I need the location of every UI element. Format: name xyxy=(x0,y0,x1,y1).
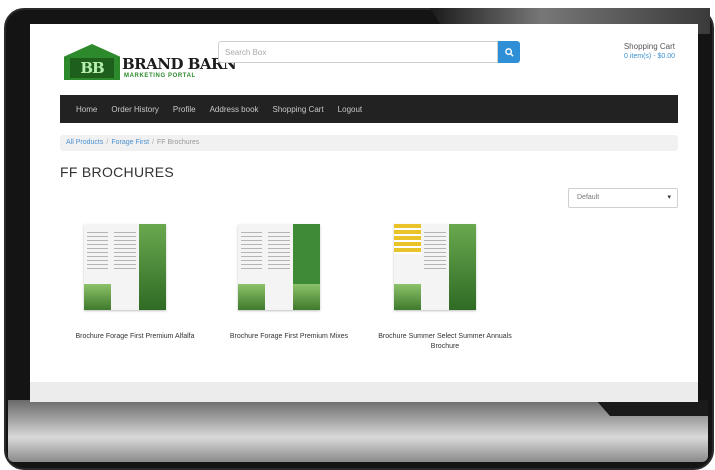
brochure-panel xyxy=(138,224,166,310)
monitor-base xyxy=(8,400,708,462)
nav-order-history[interactable]: Order History xyxy=(111,105,159,114)
nav-address-book[interactable]: Address book xyxy=(210,105,259,114)
brand-logo[interactable]: BB BRAND BARN MARKETING PORTAL xyxy=(64,42,237,82)
product-thumbnail[interactable] xyxy=(394,224,476,310)
brochure-panel xyxy=(265,224,293,310)
brochure-panel xyxy=(448,224,476,310)
sort-selected-value: Default xyxy=(577,194,600,201)
page-title: FF BROCHURES xyxy=(60,164,175,180)
chevron-down-icon: ▾ xyxy=(667,194,671,201)
cart-count[interactable]: 0 item(s) - $0.00 xyxy=(605,53,675,60)
nav-shopping-cart[interactable]: Shopping Cart xyxy=(273,105,324,114)
brochure-panel xyxy=(111,224,139,310)
breadcrumb-all-products[interactable]: All Products xyxy=(66,139,103,146)
breadcrumb-separator: / xyxy=(152,139,154,146)
nav-home[interactable]: Home xyxy=(76,105,97,114)
nav-profile[interactable]: Profile xyxy=(173,105,196,114)
page-footer xyxy=(30,382,698,402)
brochure-panel xyxy=(292,224,320,310)
search-bar xyxy=(218,41,520,63)
breadcrumb: All Products / Forage First / FF Brochures xyxy=(60,135,678,151)
product-name[interactable]: Brochure Forage First Premium Mixes xyxy=(214,332,364,342)
breadcrumb-current: FF Brochures xyxy=(157,139,200,146)
brand-tagline: MARKETING PORTAL xyxy=(124,73,196,79)
search-icon xyxy=(504,47,514,57)
breadcrumb-forage-first[interactable]: Forage First xyxy=(111,139,149,146)
main-navbar: Home Order History Profile Address book … xyxy=(60,95,678,123)
product-name[interactable]: Brochure Forage First Premium Alfalfa xyxy=(60,332,210,342)
browser-screen: BB BRAND BARN MARKETING PORTAL Shopping … xyxy=(30,24,698,402)
brochure-panel xyxy=(238,224,266,310)
cart-title: Shopping Cart xyxy=(623,42,675,51)
monitor-mockup: BB BRAND BARN MARKETING PORTAL Shopping … xyxy=(0,0,715,470)
brochure-panel xyxy=(84,224,112,310)
search-button[interactable] xyxy=(498,41,520,63)
search-input[interactable] xyxy=(218,41,498,63)
product-thumbnail[interactable] xyxy=(238,224,320,310)
nav-logout[interactable]: Logout xyxy=(338,105,362,114)
brochure-panel xyxy=(421,224,449,310)
breadcrumb-separator: / xyxy=(106,139,109,146)
product-name[interactable]: Brochure Summer Select Summer Annuals Br… xyxy=(370,332,520,352)
web-page: BB BRAND BARN MARKETING PORTAL Shopping … xyxy=(30,24,698,384)
product-thumbnail[interactable] xyxy=(84,224,166,310)
logo-mark: BB xyxy=(70,58,114,78)
shopping-cart-summary[interactable]: Shopping Cart 0 item(s) - $0.00 xyxy=(605,42,675,60)
brochure-panel xyxy=(394,224,422,310)
sort-select[interactable]: Default ▾ xyxy=(568,188,678,208)
